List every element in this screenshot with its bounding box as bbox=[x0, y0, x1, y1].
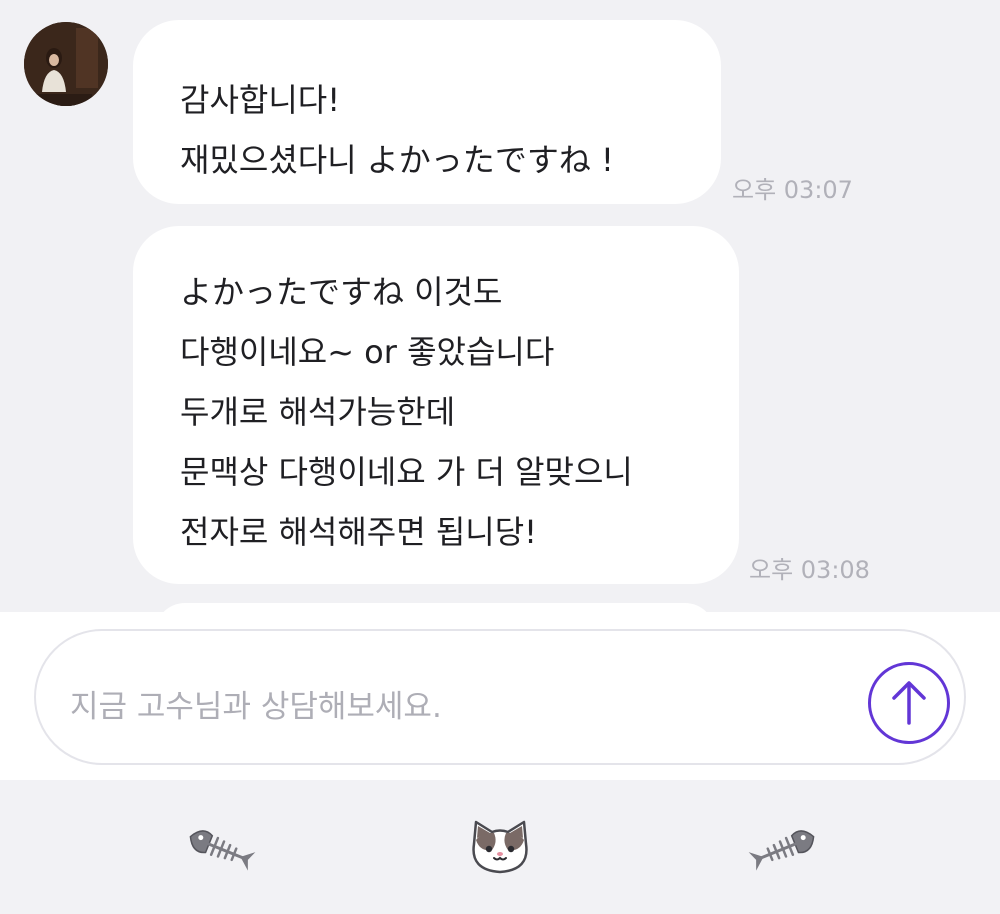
cat-face-icon[interactable] bbox=[468, 818, 532, 876]
message-input-placeholder[interactable]: 지금 고수님과 상담해보세요. bbox=[70, 681, 442, 726]
chat-area[interactable]: 감사합니다! 재밌으셨다니 よかったですね ! 오후 03:07 よかったですね… bbox=[0, 0, 1000, 612]
message-bubble-3-partial[interactable] bbox=[155, 603, 715, 612]
message-2-timestamp: 오후 03:08 bbox=[749, 556, 870, 584]
fish-bone-icon[interactable] bbox=[186, 824, 256, 874]
message-2-line-4: 문맥상 다행이네요 가 더 알맞으니 bbox=[180, 453, 633, 491]
message-2-line-5: 전자로 해석해주면 됩니당! bbox=[180, 513, 538, 551]
message-1-line-2: 재밌으셨다니 よかったですね ! bbox=[180, 141, 614, 179]
arrow-up-icon bbox=[892, 681, 926, 725]
send-button[interactable] bbox=[868, 662, 950, 744]
message-1-line-1: 감사합니다! bbox=[180, 81, 341, 119]
avatar[interactable] bbox=[24, 22, 108, 106]
message-2-line-2: 다행이네요~ or 좋았습니다 bbox=[180, 333, 555, 371]
message-2-line-1: よかったですね 이것도 bbox=[180, 273, 503, 311]
message-input[interactable]: 지금 고수님과 상담해보세요. bbox=[34, 629, 966, 765]
fish-bone-icon[interactable] bbox=[748, 824, 818, 874]
composer-panel: 지금 고수님과 상담해보세요. bbox=[0, 612, 1000, 780]
message-bubble-2[interactable]: よかったですね 이것도 다행이네요~ or 좋았습니다 두개로 해석가능한데 문… bbox=[133, 226, 739, 584]
bottom-icon-bar bbox=[0, 780, 1000, 914]
message-2-line-3: 두개로 해석가능한데 bbox=[180, 393, 456, 431]
message-bubble-1[interactable]: 감사합니다! 재밌으셨다니 よかったですね ! bbox=[133, 20, 721, 204]
avatar-photo-icon bbox=[24, 22, 108, 106]
message-1-timestamp: 오후 03:07 bbox=[732, 176, 853, 204]
